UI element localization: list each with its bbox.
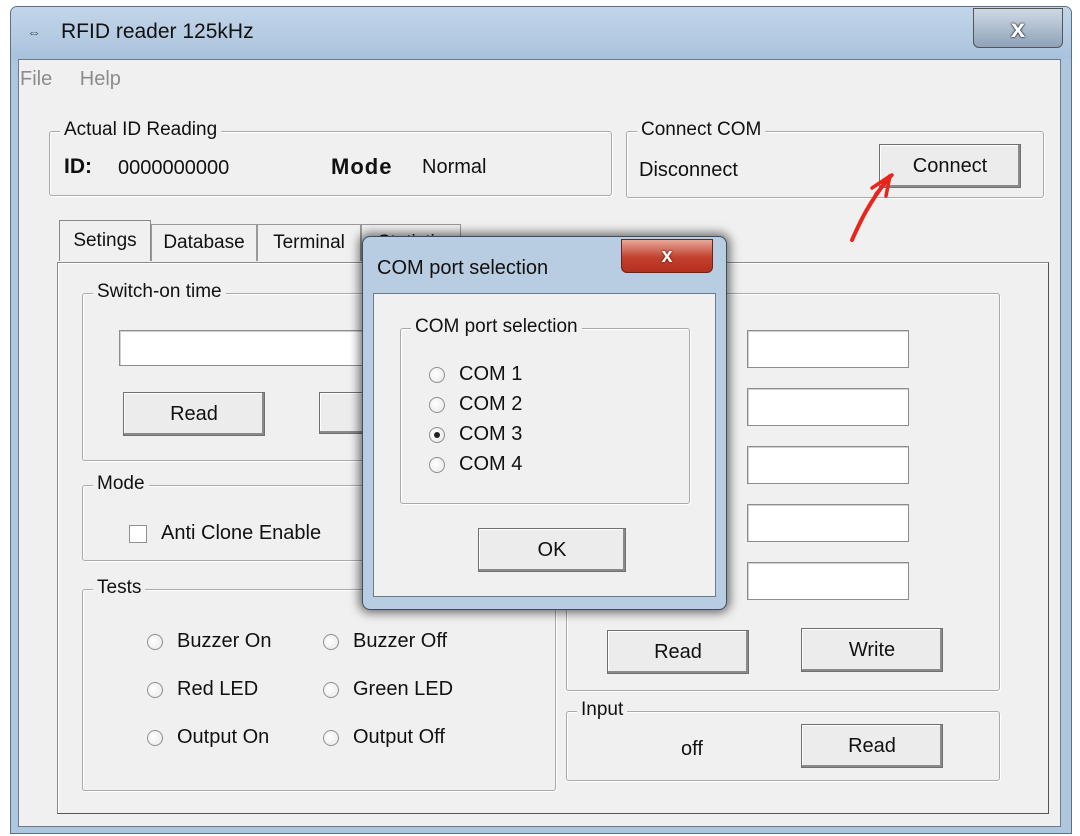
radio-icon[interactable] [323,633,339,650]
input-group: Input off Read [566,699,1000,781]
mode-group-legend: Mode [93,473,149,495]
right-field-2[interactable] [747,388,909,426]
com-option-2[interactable]: COM 2 [429,393,522,416]
input-legend: Input [577,699,628,721]
connect-com-group: Connect COM Disconnect Connect [626,119,1044,198]
red-arrow-icon [850,173,894,242]
test-option-label: Green LED [353,678,454,700]
com-port-dialog: COM port selection x COM port selection … [362,236,727,610]
id-value: 0000000000 [118,157,230,179]
tests-group: Tests Buzzer On Buzzer Off Red LED Green… [82,577,556,791]
radio-icon[interactable] [429,396,445,413]
test-option-label: Red LED [177,678,259,700]
test-option-label: Buzzer Off [353,630,448,652]
close-button[interactable]: x [973,8,1063,48]
switch-on-input[interactable] [119,330,371,366]
anti-clone-option[interactable]: Anti Clone Enable [129,522,321,545]
com-option-label: COM 4 [459,453,523,475]
anti-clone-checkbox[interactable] [129,524,147,543]
mode-group: Mode Anti Clone Enable [82,473,384,561]
menu-file[interactable]: File [20,68,52,91]
com-option-3[interactable]: COM 3 [429,423,522,446]
test-option-buzzer-off[interactable]: Buzzer Off [323,630,447,653]
radio-icon[interactable] [323,729,339,746]
radio-icon[interactable] [429,366,445,383]
com-option-label: COM 3 [459,423,523,445]
tests-legend: Tests [93,577,146,599]
radio-icon[interactable] [323,681,339,698]
test-option-green-led[interactable]: Green LED [323,678,453,701]
menu-help[interactable]: Help [80,68,121,91]
mode-value: Normal [422,156,487,178]
right-write-button[interactable]: Write [801,628,943,672]
com-option-label: COM 2 [459,393,523,415]
test-option-label: Output Off [353,726,445,748]
dialog-title: COM port selection [377,257,549,279]
dialog-body: COM port selection COM 1 COM 2 COM 3 COM… [373,293,716,597]
input-read-button[interactable]: Read [801,724,943,768]
connect-com-legend: Connect COM [637,119,766,141]
com-option-label: COM 1 [459,363,523,385]
switch-on-read-button[interactable]: Read [123,392,265,436]
com-option-4[interactable]: COM 4 [429,453,522,476]
app-icon: ⇔ [27,24,41,40]
test-option-output-on[interactable]: Output On [147,726,269,749]
input-status: off [681,738,703,760]
radio-selected-icon[interactable] [429,426,445,443]
ok-button[interactable]: OK [478,528,626,572]
com-option-1[interactable]: COM 1 [429,363,522,386]
test-option-buzzer-on[interactable]: Buzzer On [147,630,271,653]
right-field-3[interactable] [747,446,909,484]
menu-bar: File Help [19,68,129,96]
com-port-group: COM port selection COM 1 COM 2 COM 3 COM… [400,316,690,504]
test-option-label: Buzzer On [177,630,272,652]
switch-on-group: Switch-on time Read V [82,281,389,461]
anti-clone-label: Anti Clone Enable [161,522,322,544]
test-option-red-led[interactable]: Red LED [147,678,258,701]
radio-icon[interactable] [147,633,163,650]
actual-id-group: Actual ID Reading ID: 0000000000 Mode No… [49,119,612,196]
right-field-4[interactable] [747,504,909,542]
dialog-close-button[interactable]: x [621,239,713,273]
tab-terminal[interactable]: Terminal [257,224,361,261]
connection-status: Disconnect [639,159,738,181]
switch-on-legend: Switch-on time [93,281,226,303]
radio-icon[interactable] [147,729,163,746]
mode-label: Mode [331,154,393,179]
right-field-5[interactable] [747,562,909,600]
test-option-output-off[interactable]: Output Off [323,726,445,749]
radio-icon[interactable] [147,681,163,698]
window-title: RFID reader 125kHz [61,20,254,43]
com-port-legend: COM port selection [411,316,582,338]
right-field-1[interactable] [747,330,909,368]
id-label: ID: [64,155,92,178]
radio-icon[interactable] [429,456,445,473]
right-read-button[interactable]: Read [607,630,749,674]
tab-setings[interactable]: Setings [59,220,151,261]
test-option-label: Output On [177,726,270,748]
tab-database[interactable]: Database [151,224,257,261]
title-bar[interactable]: ⇔ RFID reader 125kHz x [11,7,1071,59]
actual-id-legend: Actual ID Reading [60,119,222,141]
